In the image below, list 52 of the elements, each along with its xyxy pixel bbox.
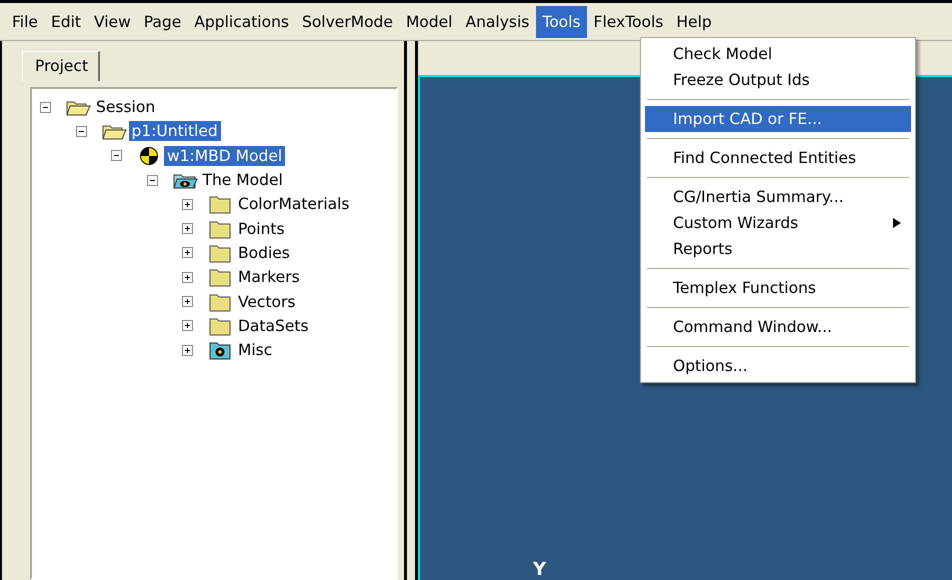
folder-icon [207,267,233,288]
menu-item[interactable]: Model [400,6,458,38]
tree-item[interactable]: w1:MBD Model [164,146,286,166]
menu-item[interactable]: Analysis [459,6,536,38]
menu-item[interactable]: Edit [44,6,87,38]
tree-item[interactable]: DataSets [235,316,312,336]
tree-item[interactable]: ColorMaterials [235,194,353,214]
folder-icon [207,316,233,336]
menu-item[interactable]: Help [670,6,718,38]
menu-item[interactable]: View [88,6,137,38]
menu-entry[interactable]: Custom Wizards [645,210,911,236]
misc-folder-icon [207,340,233,360]
tree-item[interactable]: The Model [200,170,286,190]
menu-item[interactable]: Applications [188,6,295,38]
menu-entry[interactable]: Check Model [645,41,911,67]
expand-icon[interactable] [182,223,193,234]
folder-icon [207,242,233,263]
collapse-icon[interactable] [40,102,51,113]
expand-icon[interactable] [182,320,193,332]
expand-icon[interactable] [182,344,193,356]
tree-item[interactable]: Bodies [235,242,293,263]
expand-icon[interactable] [182,296,193,308]
collapse-icon[interactable] [111,150,122,162]
expand-icon[interactable] [182,247,193,258]
menu-item[interactable]: File [6,6,44,38]
tree-item[interactable]: Session [93,97,158,118]
tree-item[interactable]: Misc [235,340,276,360]
submenu-arrow-icon [893,218,901,228]
menu-entry[interactable]: Templex Functions [645,275,911,301]
expand-icon[interactable] [182,198,193,210]
folder-icon [207,292,233,312]
collapse-icon[interactable] [76,126,86,137]
menu-entry[interactable]: Reports [645,236,911,262]
menu-item[interactable]: Page [138,6,188,38]
tree-item[interactable]: Vectors [235,292,298,312]
menu-entry[interactable]: Command Window... [645,314,911,340]
menu-entry[interactable]: Find Connected Entities [645,145,911,171]
tree-item[interactable]: Markers [235,267,303,288]
menu-item[interactable]: Tools [536,6,587,38]
tree-item[interactable]: p1:Untitled [128,121,221,142]
folder-icon [207,218,233,239]
folder-icon [207,194,233,214]
menu-item[interactable]: SolverMode [296,6,399,38]
project-tab[interactable]: Project [22,51,100,81]
menu-item[interactable]: FlexTools [588,6,670,38]
menu-entry[interactable]: Options... [645,353,911,379]
collapse-icon[interactable] [146,174,158,186]
axis-label: Y [533,559,546,580]
menu-entry[interactable]: CG/Inertia Summary... [645,184,911,210]
expand-icon[interactable] [182,272,193,283]
menu-entry[interactable]: Import CAD or FE... [645,106,911,132]
tree-item[interactable]: Points [235,218,288,239]
